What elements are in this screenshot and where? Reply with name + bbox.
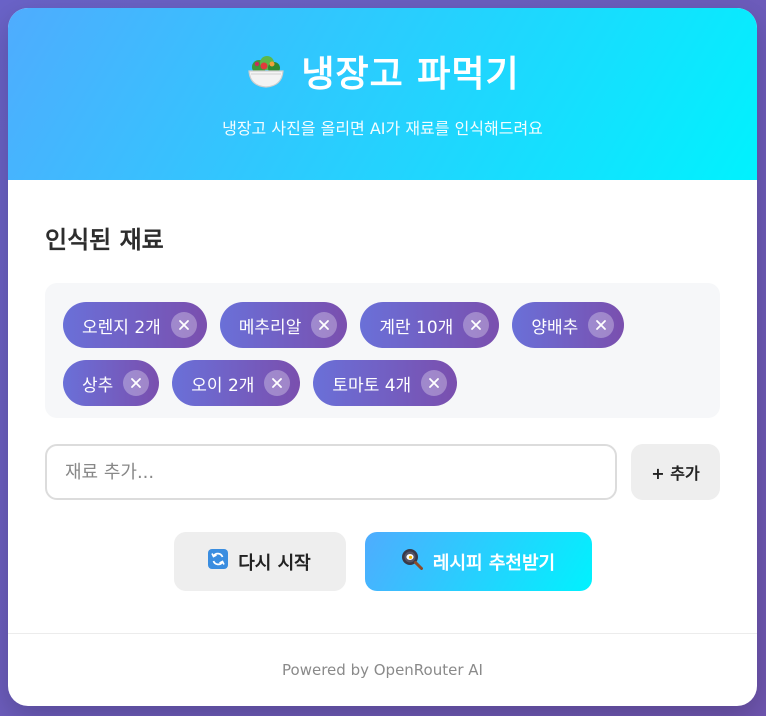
- remove-ingredient-button[interactable]: [311, 312, 338, 338]
- ingredient-tag: 상추: [63, 360, 160, 406]
- ingredient-tag: 토마토 4개: [313, 360, 458, 406]
- ingredient-tag: 양배추: [512, 302, 625, 348]
- ingredient-tag: 메추리알: [219, 302, 348, 348]
- remove-ingredient-button[interactable]: [264, 370, 291, 396]
- footer-text: Powered by OpenRouter AI: [282, 661, 483, 679]
- ingredient-tag-label: 오이 2개: [191, 375, 255, 396]
- title-row: 냉장고 파먹기: [245, 45, 519, 97]
- ingredient-tag-label: 메추리알: [238, 317, 302, 338]
- refresh-icon: [208, 549, 229, 574]
- main-content: 인식된 재료 오렌지 2개 메추리알 계란 10개 양배추 상추 오이 2개 토…: [8, 180, 757, 591]
- ingredient-tag: 오이 2개: [172, 360, 301, 406]
- close-icon: [471, 320, 482, 330]
- ingredient-tag-label: 계란 10개: [379, 317, 454, 338]
- remove-ingredient-button[interactable]: [123, 370, 150, 396]
- add-ingredient-row: + 추가: [45, 444, 720, 500]
- close-icon: [596, 320, 607, 330]
- recommend-recipe-label: 레시피 추천받기: [432, 552, 556, 574]
- remove-ingredient-button[interactable]: [170, 312, 197, 338]
- ingredient-tag-label: 상추: [82, 375, 114, 396]
- close-icon: [272, 378, 283, 388]
- action-buttons: 다시 시작 레시피 추천받기: [45, 532, 720, 591]
- footer: Powered by OpenRouter AI: [8, 633, 757, 706]
- remove-ingredient-button[interactable]: [421, 370, 448, 396]
- close-icon: [319, 320, 330, 330]
- header: 냉장고 파먹기 냉장고 사진을 올리면 AI가 재료를 인식해드려요: [8, 8, 757, 180]
- close-icon: [131, 378, 142, 388]
- ingredient-tag-label: 토마토 4개: [332, 375, 412, 396]
- restart-button[interactable]: 다시 시작: [173, 532, 346, 591]
- ingredient-tags: 오렌지 2개 메추리알 계란 10개 양배추 상추 오이 2개 토마토 4개: [45, 283, 720, 418]
- page-subtitle: 냉장고 사진을 올리면 AI가 재료를 인식해드려요: [222, 119, 543, 138]
- remove-ingredient-button[interactable]: [463, 312, 490, 338]
- add-ingredient-button[interactable]: + 추가: [631, 444, 720, 500]
- page-title: 냉장고 파먹기: [301, 54, 520, 95]
- app-card: 냉장고 파먹기 냉장고 사진을 올리면 AI가 재료를 인식해드려요 인식된 재…: [8, 8, 757, 706]
- ingredient-tag: 오렌지 2개: [63, 302, 207, 348]
- section-title: 인식된 재료: [45, 226, 164, 254]
- salad-bowl-icon: [245, 51, 287, 91]
- ingredient-tag: 계란 10개: [360, 302, 500, 348]
- ingredient-tag-label: 오렌지 2개: [82, 317, 161, 338]
- remove-ingredient-button[interactable]: [588, 312, 615, 338]
- ingredient-input[interactable]: [45, 444, 617, 500]
- ingredient-tag-label: 양배추: [531, 317, 579, 338]
- close-icon: [429, 378, 440, 388]
- cooking-pan-icon: [401, 548, 423, 575]
- close-icon: [178, 320, 189, 330]
- restart-button-label: 다시 시작: [238, 552, 311, 574]
- recommend-recipe-button[interactable]: 레시피 추천받기: [364, 532, 592, 591]
